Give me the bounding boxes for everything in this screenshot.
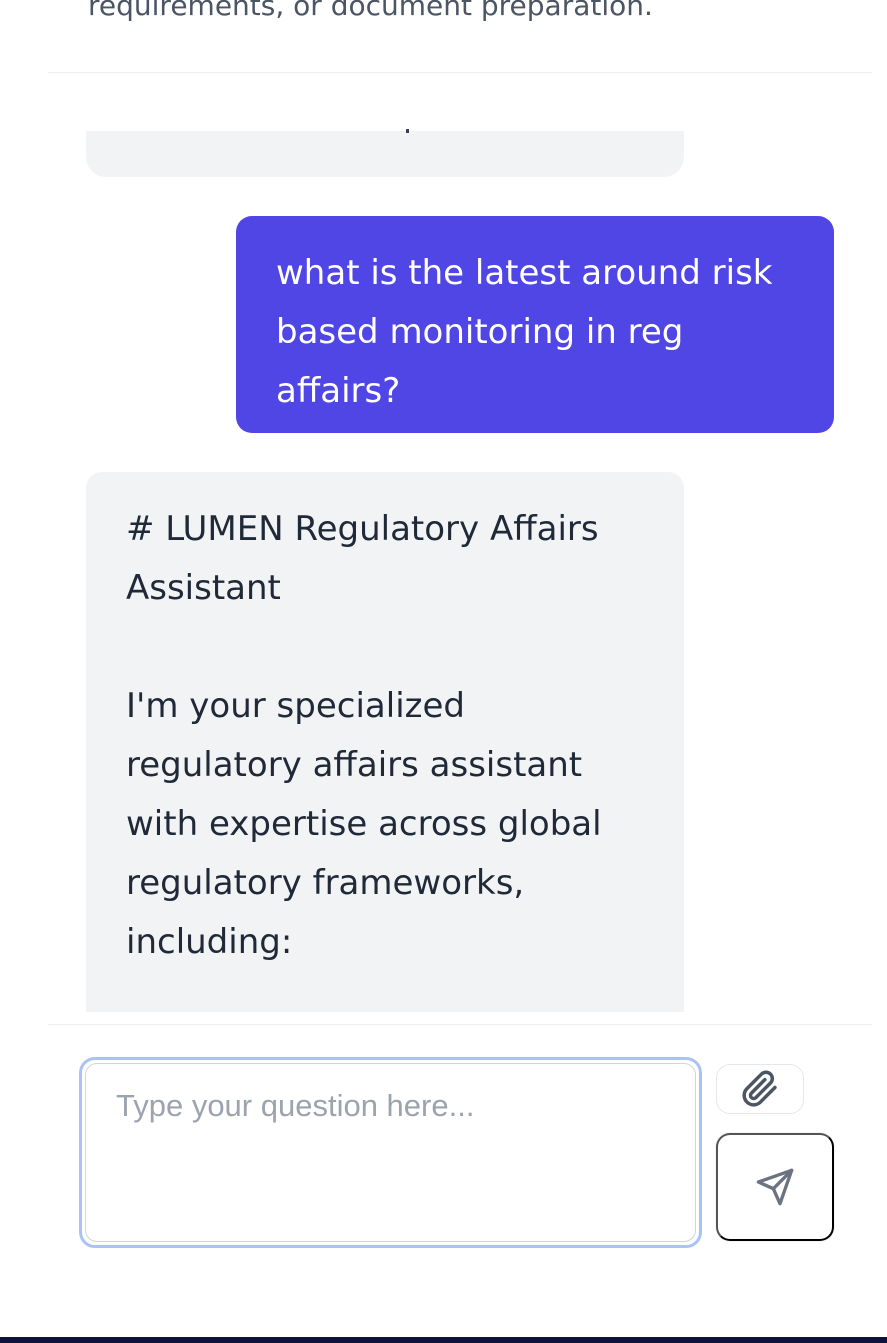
send-icon — [755, 1167, 795, 1207]
text-descender — [406, 129, 409, 133]
bottom-edge-bar — [0, 1337, 887, 1343]
assistant-message-fragment — [86, 129, 684, 177]
assistant-heading-line: # LUMEN Regulatory Affairs — [126, 509, 599, 549]
paperclip-icon — [741, 1070, 779, 1108]
composer — [0, 1025, 887, 1335]
assistant-body-line: I'm your specialized — [126, 686, 465, 726]
assistant-intro-text: requirements, or document preparation. — [88, 0, 653, 22]
assistant-body-line: with expertise across global — [126, 804, 602, 844]
assistant-body-line: regulatory affairs assistant — [126, 745, 583, 785]
chat-page: requirements, or document preparation. w… — [0, 0, 887, 1343]
user-message: what is the latest around risk based mon… — [236, 216, 834, 433]
user-message-line: what is the latest around risk — [276, 253, 773, 293]
user-message-line: based monitoring in reg — [276, 312, 684, 352]
message-list[interactable]: what is the latest around risk based mon… — [0, 73, 887, 1024]
assistant-heading-line: Assistant — [126, 568, 281, 608]
question-input-focus-ring — [79, 1057, 702, 1248]
assistant-body-line: regulatory frameworks, — [126, 863, 525, 903]
question-input[interactable] — [85, 1063, 696, 1242]
assistant-message: # LUMEN Regulatory Affairs Assistant I'm… — [86, 472, 684, 1012]
send-button[interactable] — [716, 1133, 834, 1241]
assistant-body-line: including: — [126, 922, 293, 962]
attach-file-button[interactable] — [716, 1064, 804, 1114]
user-message-line: affairs? — [276, 371, 401, 411]
